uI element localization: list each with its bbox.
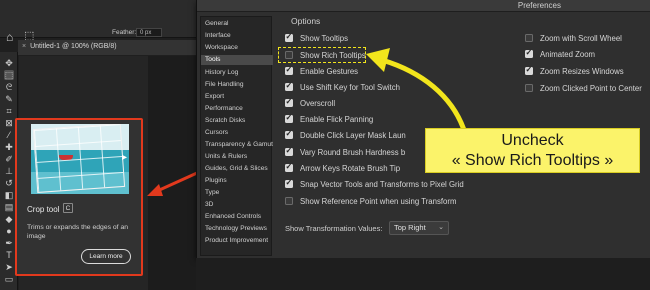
type-tool-icon[interactable]: T xyxy=(4,250,14,260)
option-zoom-scroll-wheel[interactable]: Zoom with Scroll Wheel xyxy=(525,32,622,44)
checkbox[interactable] xyxy=(285,97,293,107)
category-general[interactable]: General xyxy=(201,19,273,29)
option-snap-vector-tools[interactable]: Snap Vector Tools and Transforms to Pixe… xyxy=(285,178,464,190)
blur-tool-icon[interactable]: ◆ xyxy=(4,214,14,224)
eyedropper-tool-icon[interactable]: ⁄ xyxy=(4,130,14,140)
transformation-values-select[interactable]: Top Right ⌄ xyxy=(389,221,449,235)
checkbox[interactable] xyxy=(285,197,293,205)
callout-line-2: « Show Rich Tooltips » xyxy=(451,152,614,169)
history-brush-icon[interactable]: ↺ xyxy=(4,178,14,188)
learn-more-button[interactable]: Learn more xyxy=(81,249,131,264)
close-icon[interactable]: × xyxy=(22,43,26,50)
healing-tool-icon[interactable]: ✚ xyxy=(4,142,14,152)
tooltip-shortcut-key: C xyxy=(63,203,73,213)
option-animated-zoom[interactable]: Animated Zoom xyxy=(525,48,595,60)
pen-tool-icon[interactable]: ✒ xyxy=(4,238,14,248)
category-enhanced-controls[interactable]: Enhanced Controls xyxy=(201,212,273,222)
gradient-tool-icon[interactable]: ▤ xyxy=(4,202,14,212)
option-zoom-resizes-windows[interactable]: Zoom Resizes Windows xyxy=(525,65,624,77)
checkbox[interactable] xyxy=(285,178,293,188)
category-export[interactable]: Export xyxy=(201,92,273,102)
option-overscroll[interactable]: Overscroll xyxy=(285,97,335,109)
options-heading: Options xyxy=(291,16,321,26)
dodge-tool-icon[interactable]: ● xyxy=(4,226,14,236)
category-file-handling[interactable]: File Handling xyxy=(201,80,273,90)
tooltip-description: Trims or expands the edges of an image xyxy=(27,224,129,240)
checkbox[interactable] xyxy=(525,34,533,42)
option-zoom-clicked-point[interactable]: Zoom Clicked Point to Center xyxy=(525,82,642,94)
crop-preview-image: ▸ xyxy=(31,124,129,194)
path-select-icon[interactable]: ➤ xyxy=(4,262,14,272)
frame-tool-icon[interactable]: ⊠ xyxy=(4,118,14,128)
category-performance[interactable]: Performance xyxy=(201,104,273,114)
category-type[interactable]: Type xyxy=(201,188,273,198)
option-vary-brush-hardness[interactable]: Vary Round Brush Hardness b xyxy=(285,146,405,158)
checkbox[interactable] xyxy=(285,32,293,42)
category-history-log[interactable]: History Log xyxy=(201,68,273,78)
checkbox[interactable] xyxy=(525,48,533,58)
document-tab-bar: × Untitled-1 @ 100% (RGB/8) xyxy=(18,40,196,55)
crop-grid-overlay xyxy=(32,124,126,193)
feather-input[interactable]: 0 px xyxy=(136,28,162,37)
category-scratch-disks[interactable]: Scratch Disks xyxy=(201,116,273,126)
dialog-title: Preferences xyxy=(517,1,561,10)
category-3d[interactable]: 3D xyxy=(201,200,273,210)
stamp-tool-icon[interactable]: ⊥ xyxy=(4,166,14,176)
lasso-tool-icon[interactable]: ᘓ xyxy=(4,82,14,92)
rich-tooltip-card: ▸ Crop tool C Trims or expands the edges… xyxy=(15,118,143,276)
dialog-titlebar: Preferences xyxy=(197,0,650,12)
callout-line-1: Uncheck xyxy=(501,132,564,149)
category-transparency[interactable]: Transparency & Gamut xyxy=(201,140,273,150)
category-product-improvement[interactable]: Product Improvement xyxy=(201,236,273,246)
chevron-down-icon: ⌄ xyxy=(438,224,444,231)
yellow-arrow-icon xyxy=(366,48,467,131)
checkbox[interactable] xyxy=(285,162,293,172)
category-interface[interactable]: Interface xyxy=(201,31,273,41)
option-show-reference-point[interactable]: Show Reference Point when using Transfor… xyxy=(285,195,456,207)
crop-handle-icon: ▸ xyxy=(121,152,127,163)
move-tool-icon[interactable]: ✥ xyxy=(4,58,14,68)
checkbox[interactable] xyxy=(525,84,533,92)
transformation-values-label: Show Transformation Values: xyxy=(285,224,383,233)
crop-tool-icon[interactable]: ⌗ xyxy=(4,106,14,116)
eraser-tool-icon[interactable]: ◧ xyxy=(4,190,14,200)
shape-tool-icon[interactable]: ▭ xyxy=(4,274,14,284)
category-plugins[interactable]: Plugins xyxy=(201,176,273,186)
options-bar: ⌂ ⬚ Feather: 0 px xyxy=(0,0,196,44)
tooltip-title: Crop tool xyxy=(27,205,60,214)
marquee-tool-icon[interactable]: ⬚ xyxy=(4,70,14,80)
checkbox[interactable] xyxy=(285,81,293,91)
category-units-rulers[interactable]: Units & Rulers xyxy=(201,152,273,162)
quick-select-tool-icon[interactable]: ✎ xyxy=(4,94,14,104)
checkbox[interactable] xyxy=(285,65,293,75)
category-workspace[interactable]: Workspace xyxy=(201,43,273,53)
checkbox[interactable] xyxy=(285,146,293,156)
option-arrow-keys-rotate-brush[interactable]: Arrow Keys Rotate Brush Tip xyxy=(285,162,400,174)
option-show-tooltips[interactable]: Show Tooltips xyxy=(285,32,348,44)
category-guides-grid[interactable]: Guides, Grid & Slices xyxy=(201,164,273,174)
checkbox[interactable] xyxy=(525,65,533,75)
category-technology-previews[interactable]: Technology Previews xyxy=(201,224,273,234)
feather-label: Feather: xyxy=(112,29,137,36)
checkbox[interactable] xyxy=(285,129,293,139)
rich-tooltips-highlight xyxy=(278,47,366,63)
document-tab[interactable]: × Untitled-1 @ 100% (RGB/8) xyxy=(22,43,117,50)
option-enable-gestures[interactable]: Enable Gestures xyxy=(285,65,358,77)
category-cursors[interactable]: Cursors xyxy=(201,128,273,138)
workspace-background xyxy=(196,258,650,290)
checkbox[interactable] xyxy=(285,113,293,123)
preferences-category-list: General Interface Workspace Tools Histor… xyxy=(200,16,273,256)
instruction-callout: Uncheck « Show Rich Tooltips » xyxy=(425,128,640,173)
red-arrow-icon xyxy=(147,171,198,196)
home-icon[interactable]: ⌂ xyxy=(6,30,13,44)
category-tools[interactable]: Tools xyxy=(201,55,273,65)
brush-tool-icon[interactable]: ✐ xyxy=(4,154,14,164)
document-tab-label: Untitled-1 @ 100% (RGB/8) xyxy=(30,43,117,50)
